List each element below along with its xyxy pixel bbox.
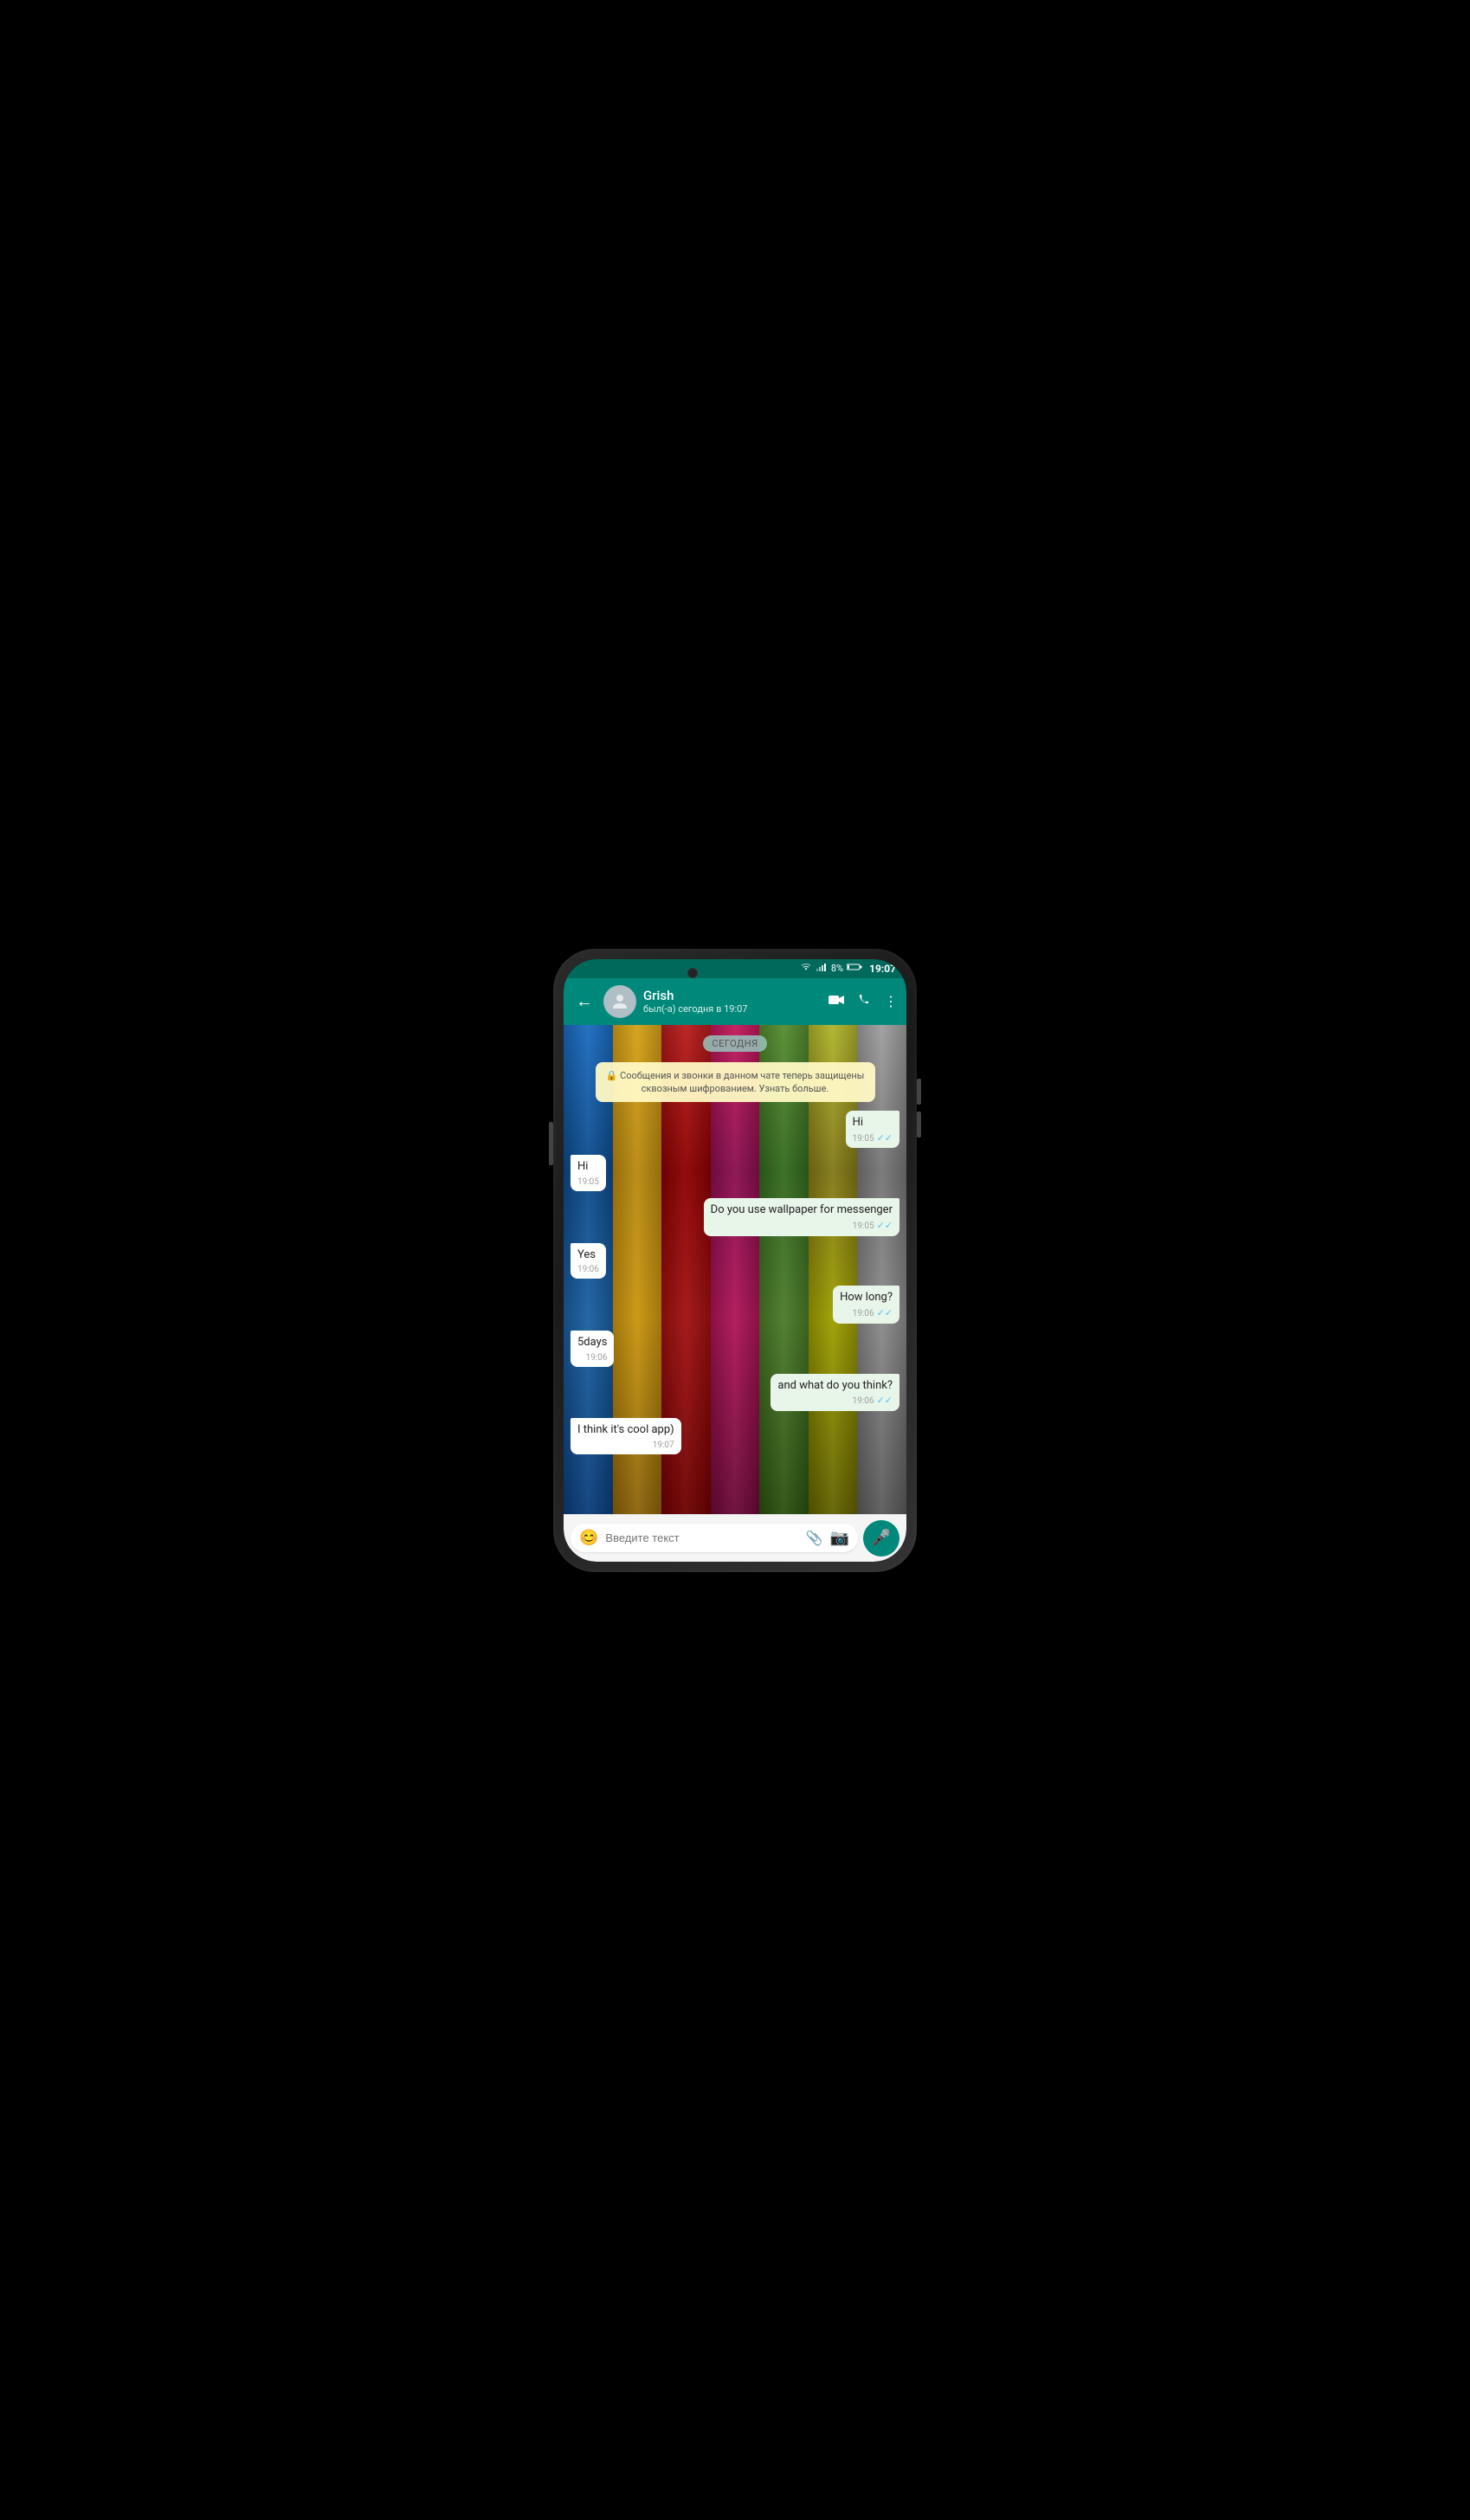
- message-text: Hi: [577, 1160, 588, 1173]
- contact-name: Grish: [643, 988, 822, 1003]
- app-screen: 8% 19:07 ←: [564, 959, 906, 1562]
- message-row: How long? 19:06 ✓✓: [571, 1286, 899, 1323]
- video-call-icon[interactable]: [828, 993, 846, 1009]
- camera-button[interactable]: 📷: [830, 1529, 849, 1547]
- vol-up: [917, 1079, 921, 1105]
- message-bubble: Yes 19:06: [571, 1243, 606, 1279]
- read-receipt-icon: ✓✓: [877, 1132, 893, 1144]
- phone-device: 8% 19:07 ←: [553, 949, 917, 1572]
- message-row: 5days 19:06: [571, 1331, 899, 1367]
- read-receipt-icon: ✓✓: [877, 1395, 893, 1407]
- contact-status: был(-а) сегодня в 19:07: [643, 1003, 822, 1015]
- message-time: 19:06: [586, 1352, 608, 1363]
- message-meta: 19:06 ✓✓: [777, 1395, 893, 1407]
- signal-icon: [816, 963, 828, 974]
- app-bar: ← Grish был(-а) сегодня в 19:07: [564, 978, 906, 1025]
- message-bubble: 5days 19:06: [571, 1331, 614, 1367]
- chat-area[interactable]: СЕГОДНЯ 🔒 Сообщения и звонки в данном ча…: [564, 1025, 906, 1514]
- chat-content: СЕГОДНЯ 🔒 Сообщения и звонки в данном ча…: [564, 1025, 906, 1463]
- contact-avatar: [603, 985, 636, 1018]
- message-meta: 19:06: [577, 1264, 599, 1275]
- message-time: 19:06: [853, 1395, 874, 1407]
- status-bar: 8% 19:07: [564, 959, 906, 978]
- input-wrapper: 😊 📎 📷: [571, 1524, 858, 1552]
- voice-call-icon[interactable]: [858, 993, 872, 1010]
- vol-down: [917, 1112, 921, 1138]
- read-receipt-icon: ✓✓: [877, 1307, 893, 1319]
- message-time: 19:06: [577, 1264, 599, 1275]
- message-row: and what do you think? 19:06 ✓✓: [571, 1374, 899, 1411]
- volume-buttons: [917, 1079, 921, 1138]
- message-meta: 19:06 ✓✓: [840, 1307, 893, 1319]
- message-meta: 19:05 ✓✓: [711, 1220, 893, 1232]
- message-text: Do you use wallpaper for messenger: [711, 1203, 893, 1216]
- message-row: Yes 19:06: [571, 1243, 899, 1279]
- message-row: Hi 19:05 ✓✓: [571, 1111, 899, 1148]
- emoji-button[interactable]: 😊: [579, 1529, 598, 1547]
- more-icon[interactable]: ⋮: [884, 993, 898, 1009]
- message-row: Do you use wallpaper for messenger 19:05…: [571, 1198, 899, 1235]
- message-meta: 19:07: [577, 1440, 674, 1451]
- message-time: 19:05: [853, 1221, 874, 1232]
- action-icons: ⋮: [828, 993, 898, 1010]
- input-bar: 😊 📎 📷 🎤: [564, 1514, 906, 1562]
- message-meta: 19:05 ✓✓: [853, 1132, 893, 1144]
- message-bubble: How long? 19:06 ✓✓: [833, 1286, 899, 1323]
- message-bubble: and what do you think? 19:06 ✓✓: [770, 1374, 899, 1411]
- contact-info[interactable]: Grish был(-а) сегодня в 19:07: [643, 988, 822, 1015]
- back-button[interactable]: ←: [572, 987, 596, 1015]
- message-text: and what do you think?: [777, 1379, 893, 1392]
- battery-icon: [847, 963, 862, 974]
- message-meta: 19:05: [577, 1176, 599, 1188]
- mic-button[interactable]: 🎤: [863, 1520, 899, 1556]
- message-time: 19:05: [577, 1176, 599, 1188]
- message-text: Yes: [577, 1248, 596, 1261]
- power-button: [549, 1122, 553, 1165]
- status-time: 19:07: [869, 963, 896, 975]
- phone-screen: 8% 19:07 ←: [564, 959, 906, 1562]
- message-bubble: Hi 19:05 ✓✓: [846, 1111, 899, 1148]
- message-text: 5days: [577, 1336, 607, 1349]
- message-bubble: Do you use wallpaper for messenger 19:05…: [704, 1198, 899, 1235]
- status-icons: 8% 19:07: [800, 963, 896, 975]
- message-text: How long?: [840, 1291, 893, 1304]
- message-time: 19:05: [853, 1133, 874, 1144]
- message-row: Hi 19:05: [571, 1155, 899, 1191]
- message-meta: 19:06: [577, 1352, 607, 1363]
- date-chip: СЕГОДНЯ: [703, 1035, 766, 1052]
- attach-button[interactable]: 📎: [806, 1530, 823, 1546]
- message-text: Hi: [853, 1116, 863, 1129]
- mic-icon: 🎤: [872, 1529, 891, 1547]
- message-bubble: Hi 19:05: [571, 1155, 606, 1191]
- message-row: I think it's cool app) 19:07: [571, 1418, 899, 1454]
- battery-percent: 8%: [831, 963, 843, 974]
- message-time: 19:06: [853, 1308, 874, 1319]
- read-receipt-icon: ✓✓: [877, 1220, 893, 1232]
- security-notice: 🔒 Сообщения и звонки в данном чате тепер…: [596, 1062, 875, 1103]
- wifi-icon: [800, 963, 812, 974]
- message-input[interactable]: [605, 1531, 798, 1544]
- message-time: 19:07: [653, 1440, 674, 1451]
- message-text: I think it's cool app): [577, 1423, 674, 1436]
- message-bubble: I think it's cool app) 19:07: [571, 1418, 681, 1454]
